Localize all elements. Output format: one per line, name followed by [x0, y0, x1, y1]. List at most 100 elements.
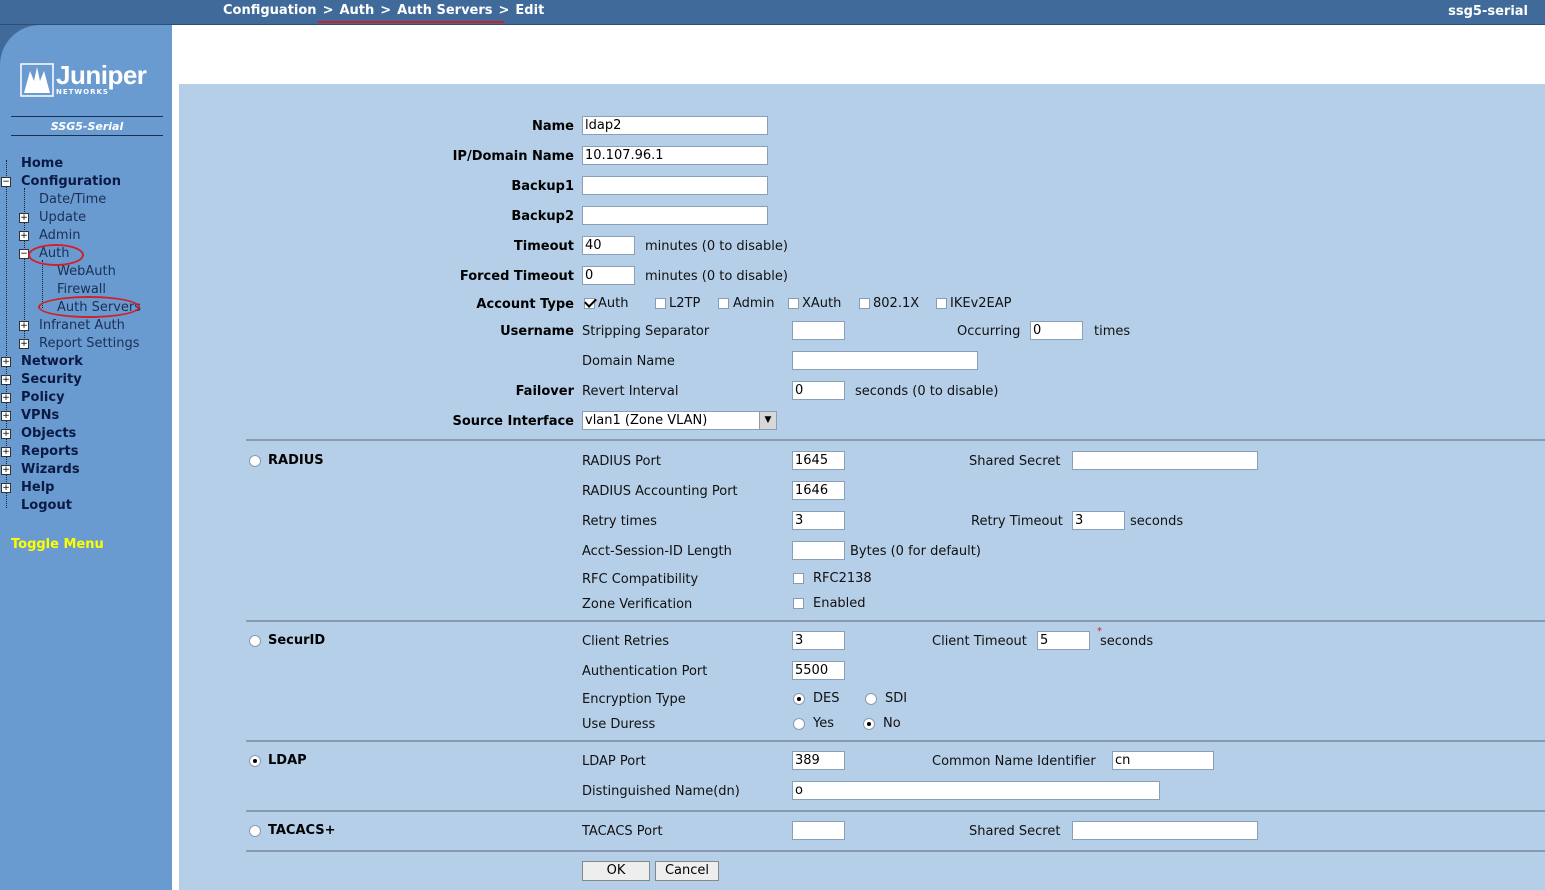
- nav-security[interactable]: Security: [21, 372, 82, 387]
- device-model: SSG5-Serial: [50, 120, 124, 133]
- ok-button[interactable]: OK: [582, 861, 650, 881]
- nav-admin[interactable]: Admin: [39, 228, 80, 243]
- radius-shared-secret-input[interactable]: [1072, 451, 1258, 470]
- account-type-admin-checkbox[interactable]: [718, 298, 729, 309]
- expand-icon[interactable]: +: [1, 393, 11, 403]
- juniper-logo[interactable]: Juniper: [56, 60, 147, 91]
- acct-session-unit: Bytes (0 for default): [850, 544, 981, 559]
- radius-port-label: RADIUS Port: [582, 454, 661, 469]
- auth-port-input[interactable]: 5500: [792, 661, 845, 680]
- nav-logout[interactable]: Logout: [21, 498, 72, 513]
- collapse-icon[interactable]: −: [1, 177, 11, 187]
- use-duress-yes-radio[interactable]: [793, 718, 805, 730]
- forced-timeout-input[interactable]: 0: [582, 266, 635, 285]
- nav-help[interactable]: Help: [21, 480, 54, 495]
- expand-icon[interactable]: +: [19, 231, 29, 241]
- backup2-input[interactable]: [582, 206, 768, 225]
- zone-verification-option: Enabled: [813, 596, 866, 611]
- nav-infranet-auth[interactable]: Infranet Auth: [39, 318, 125, 333]
- nav-firewall[interactable]: Firewall: [57, 282, 106, 297]
- expand-icon[interactable]: +: [19, 339, 29, 349]
- stripping-separator-input[interactable]: [792, 321, 845, 340]
- breadcrumb-item-auth[interactable]: Auth: [339, 3, 374, 18]
- ldap-port-input[interactable]: 389: [792, 751, 845, 770]
- ldap-port-label: LDAP Port: [582, 754, 646, 769]
- breadcrumb-item-edit: Edit: [515, 3, 545, 18]
- client-timeout-input[interactable]: 5: [1037, 631, 1090, 650]
- divider: [11, 116, 163, 117]
- revert-interval-input[interactable]: 0: [792, 381, 845, 400]
- ldap-label: LDAP: [268, 753, 307, 768]
- cn-identifier-input[interactable]: cn: [1112, 751, 1214, 770]
- dn-input[interactable]: o: [792, 781, 1160, 800]
- nav-policy[interactable]: Policy: [21, 390, 65, 405]
- expand-icon[interactable]: +: [19, 213, 29, 223]
- breadcrumb-separator: >: [498, 3, 510, 18]
- nav-date-time[interactable]: Date/Time: [39, 192, 106, 207]
- nav-report-settings[interactable]: Report Settings: [39, 336, 140, 351]
- acct-session-input[interactable]: [792, 541, 845, 560]
- expand-icon[interactable]: +: [1, 357, 11, 367]
- radius-accounting-port-input[interactable]: 1646: [792, 481, 845, 500]
- expand-icon[interactable]: +: [19, 321, 29, 331]
- annotation-circle: [28, 244, 84, 266]
- account-type-ikev2eap-label: IKEv2EAP: [950, 296, 1012, 311]
- account-type-auth-label: Auth: [598, 296, 629, 311]
- nav-configuration[interactable]: Configuration: [21, 174, 121, 189]
- retry-times-input[interactable]: 3: [792, 511, 845, 530]
- rfc2138-option: RFC2138: [813, 571, 872, 586]
- nav-update[interactable]: Update: [39, 210, 86, 225]
- securid-radio[interactable]: [249, 635, 261, 647]
- chevron-down-icon[interactable]: ▼: [759, 412, 776, 429]
- breadcrumb-item-auth-servers[interactable]: Auth Servers: [397, 3, 492, 18]
- nav-objects[interactable]: Objects: [21, 426, 76, 441]
- zone-verification-checkbox[interactable]: [793, 598, 804, 609]
- account-type-auth-checkbox[interactable]: [584, 298, 595, 309]
- timeout-input[interactable]: 40: [582, 236, 635, 255]
- backup1-input[interactable]: [582, 176, 768, 195]
- source-interface-select[interactable]: vlan1 (Zone VLAN) ▼: [582, 411, 777, 430]
- expand-icon[interactable]: +: [1, 447, 11, 457]
- encryption-des-radio[interactable]: [793, 693, 805, 705]
- occurring-input[interactable]: 0: [1030, 321, 1083, 340]
- account-type-ikev2eap-checkbox[interactable]: [936, 298, 947, 309]
- nav-vpns[interactable]: VPNs: [21, 408, 59, 423]
- account-type-l2tp-checkbox[interactable]: [655, 298, 666, 309]
- tree-line: [42, 260, 43, 308]
- cancel-button[interactable]: Cancel: [655, 861, 719, 881]
- expand-icon[interactable]: +: [1, 375, 11, 385]
- account-type-label: Account Type: [476, 297, 574, 312]
- toggle-menu-link[interactable]: Toggle Menu: [11, 537, 104, 552]
- nav-webauth[interactable]: WebAuth: [57, 264, 116, 279]
- expand-icon[interactable]: +: [1, 411, 11, 421]
- name-input[interactable]: ldap2: [582, 116, 768, 135]
- account-type-admin-label: Admin: [733, 296, 775, 311]
- retry-timeout-input[interactable]: 3: [1072, 511, 1125, 530]
- acct-session-label: Acct-Session-ID Length: [582, 544, 732, 559]
- expand-icon[interactable]: +: [1, 429, 11, 439]
- ldap-radio[interactable]: [249, 755, 261, 767]
- radius-radio[interactable]: [249, 455, 261, 467]
- radius-port-input[interactable]: 1645: [792, 451, 845, 470]
- column-separator: [172, 25, 179, 890]
- encryption-sdi-radio[interactable]: [865, 693, 877, 705]
- ip-domain-input[interactable]: 10.107.96.1: [582, 146, 768, 165]
- tacacs-radio[interactable]: [249, 825, 261, 837]
- nav-wizards[interactable]: Wizards: [21, 462, 80, 477]
- tacacs-shared-secret-input[interactable]: [1072, 821, 1258, 840]
- client-retries-input[interactable]: 3: [792, 631, 845, 650]
- account-type-xauth-checkbox[interactable]: [788, 298, 799, 309]
- nav-reports[interactable]: Reports: [21, 444, 78, 459]
- source-interface-value: vlan1 (Zone VLAN): [585, 413, 708, 428]
- nav-network[interactable]: Network: [21, 354, 83, 369]
- expand-icon[interactable]: +: [1, 483, 11, 493]
- rfc2138-checkbox[interactable]: [793, 573, 804, 584]
- tacacs-port-input[interactable]: [792, 821, 845, 840]
- breadcrumb-item-configuration[interactable]: Configuation: [223, 3, 317, 18]
- encryption-sdi-label: SDI: [885, 691, 908, 706]
- account-type-8021x-checkbox[interactable]: [859, 298, 870, 309]
- use-duress-no-radio[interactable]: [863, 718, 875, 730]
- nav-home[interactable]: Home: [21, 156, 63, 171]
- expand-icon[interactable]: +: [1, 465, 11, 475]
- domain-name-input[interactable]: [792, 351, 978, 370]
